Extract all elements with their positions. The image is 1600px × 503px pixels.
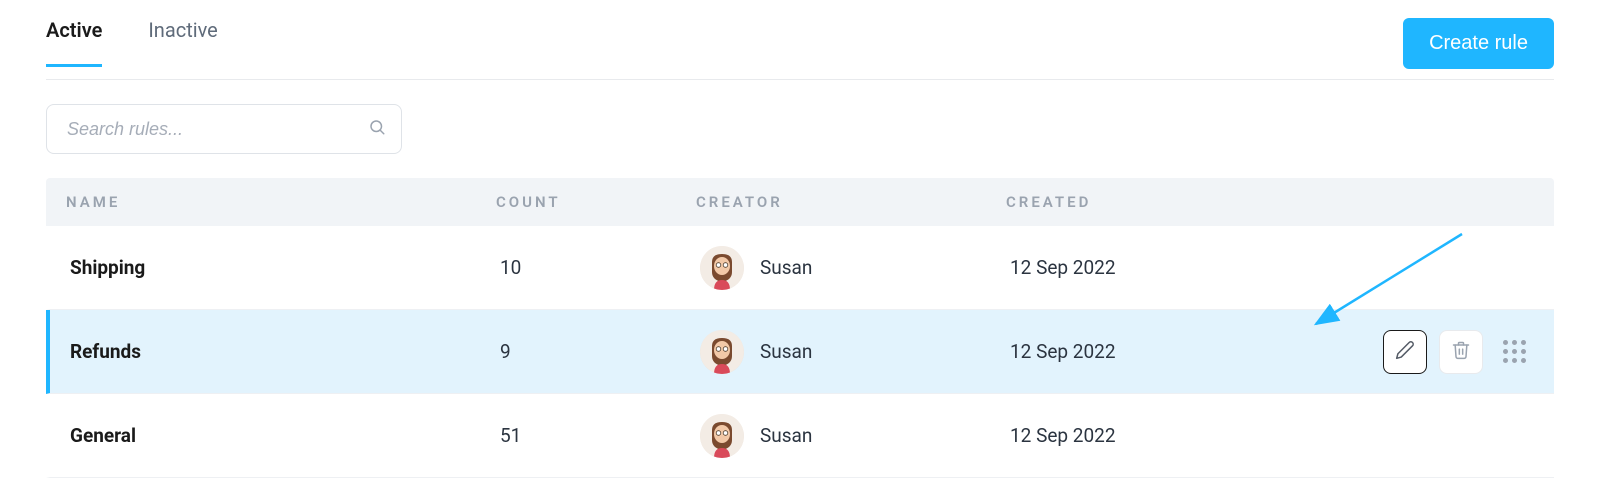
cell-count: 9 <box>500 340 700 363</box>
creator-name: Susan <box>760 340 812 363</box>
cell-created: 12 Sep 2022 <box>1010 340 1320 363</box>
trash-icon <box>1451 340 1471 364</box>
search-icon <box>368 118 386 140</box>
cell-creator: Susan <box>700 330 1010 374</box>
tab-inactive[interactable]: Inactive <box>148 18 217 66</box>
th-created: CREATED <box>1006 193 1316 211</box>
cell-creator: Susan <box>700 414 1010 458</box>
table-body: Shipping 10 Susan <box>46 226 1554 478</box>
cell-name: Shipping <box>70 256 500 279</box>
cell-created: 12 Sep 2022 <box>1010 424 1320 447</box>
cell-created: 12 Sep 2022 <box>1010 256 1320 279</box>
th-creator: CREATOR <box>696 193 1006 211</box>
cell-count: 51 <box>500 424 700 447</box>
cell-creator: Susan <box>700 246 1010 290</box>
search-container <box>46 104 402 154</box>
avatar <box>700 330 744 374</box>
table-header: NAME COUNT CREATOR CREATED <box>46 178 1554 226</box>
pencil-icon <box>1395 340 1415 364</box>
top-bar: Active Inactive Create rule <box>46 0 1554 80</box>
rules-table: NAME COUNT CREATOR CREATED Shipping 10 <box>46 178 1554 478</box>
edit-button[interactable] <box>1383 330 1427 374</box>
table-row[interactable]: General 51 Susan 1 <box>46 394 1554 478</box>
row-actions <box>1320 330 1554 374</box>
cell-count: 10 <box>500 256 700 279</box>
cell-name: General <box>70 424 500 447</box>
tab-active[interactable]: Active <box>46 18 102 66</box>
table-row[interactable]: Shipping 10 Susan <box>46 226 1554 310</box>
avatar <box>700 246 744 290</box>
create-rule-button[interactable]: Create rule <box>1403 18 1554 69</box>
th-name: NAME <box>66 193 496 211</box>
creator-name: Susan <box>760 256 812 279</box>
search-input[interactable] <box>46 104 402 154</box>
avatar <box>700 414 744 458</box>
delete-button[interactable] <box>1439 330 1483 374</box>
th-count: COUNT <box>496 193 696 211</box>
creator-name: Susan <box>760 424 812 447</box>
cell-name: Refunds <box>70 340 500 363</box>
table-row[interactable]: Refunds 9 Susan 12 <box>46 310 1554 394</box>
tabs: Active Inactive <box>46 18 218 66</box>
drag-handle-icon[interactable] <box>1495 332 1534 371</box>
